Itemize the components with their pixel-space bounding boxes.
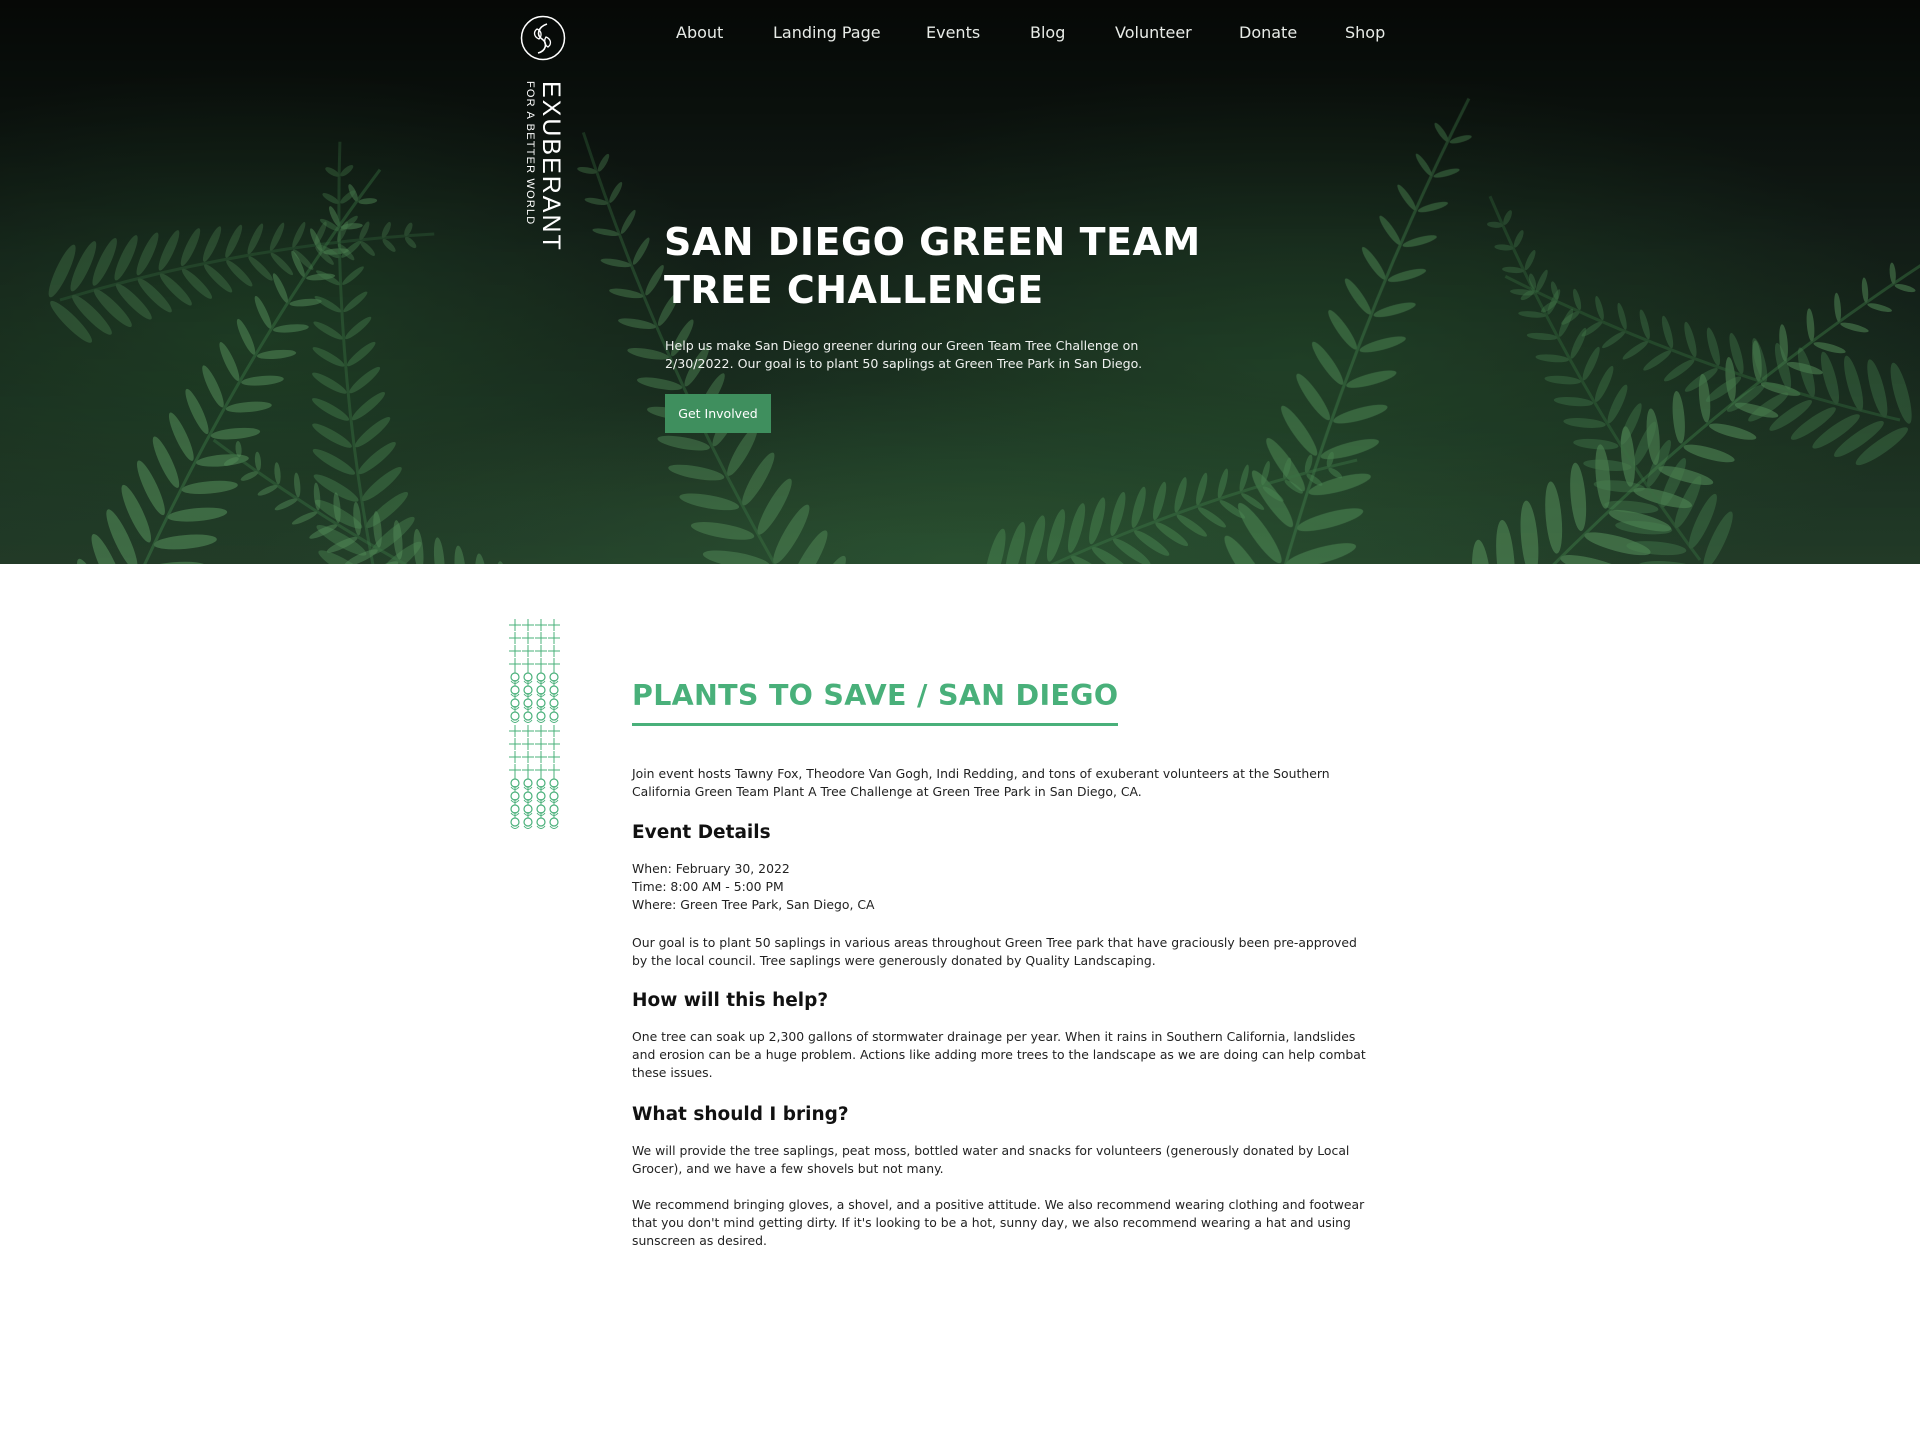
leaf-monogram-icon xyxy=(520,15,566,61)
event-time: Time: 8:00 AM - 5:00 PM xyxy=(632,879,784,894)
nav-volunteer[interactable]: Volunteer xyxy=(1115,23,1192,42)
hero-title-line-1: SAN DIEGO GREEN TEAM xyxy=(664,220,1201,264)
event-details-list: When: February 30, 2022 Time: 8:00 AM - … xyxy=(632,860,874,914)
event-when: When: February 30, 2022 xyxy=(632,861,790,876)
botanical-pattern-icon xyxy=(509,619,560,829)
hero-section: EXUBERANT FOR A BETTER WORLD About Landi… xyxy=(0,0,1920,564)
hero-description: Help us make San Diego greener during ou… xyxy=(665,338,1143,371)
get-involved-button[interactable]: Get Involved xyxy=(665,394,771,433)
section-title: PLANTS TO SAVE / SAN DIEGO xyxy=(632,675,1119,726)
event-details-heading: Event Details xyxy=(632,822,771,843)
brand-name: EXUBERANT xyxy=(537,81,565,252)
intro-paragraph: Join event hosts Tawny Fox, Theodore Van… xyxy=(632,766,1330,799)
bring-paragraph-2: We recommend bringing gloves, a shovel, … xyxy=(632,1197,1365,1248)
brand-tagline: FOR A BETTER WORLD xyxy=(524,81,536,226)
goal-paragraph: Our goal is to plant 50 saplings in vari… xyxy=(632,935,1357,968)
brand-logo[interactable]: EXUBERANT FOR A BETTER WORLD xyxy=(520,15,570,252)
help-paragraph: One tree can soak up 2,300 gallons of st… xyxy=(632,1029,1366,1080)
help-heading: How will this help? xyxy=(632,990,829,1011)
nav-donate[interactable]: Donate xyxy=(1239,23,1297,42)
event-content: PLANTS TO SAVE / SAN DIEGO Join event ho… xyxy=(632,675,1372,1248)
bring-paragraph-1: We will provide the tree saplings, peat … xyxy=(632,1143,1350,1176)
brand-wordmark: EXUBERANT FOR A BETTER WORLD xyxy=(524,81,565,252)
hero-title-line-2: TREE CHALLENGE xyxy=(664,268,1044,312)
nav-blog[interactable]: Blog xyxy=(1030,23,1065,42)
bring-heading: What should I bring? xyxy=(632,1104,849,1125)
nav-shop[interactable]: Shop xyxy=(1345,23,1385,42)
event-where: Where: Green Tree Park, San Diego, CA xyxy=(632,897,875,912)
hero-title: SAN DIEGO GREEN TEAM TREE CHALLENGE xyxy=(664,218,1224,314)
nav-landing-page[interactable]: Landing Page xyxy=(773,23,881,42)
nav-about[interactable]: About xyxy=(676,23,723,42)
nav-events[interactable]: Events xyxy=(926,23,980,42)
